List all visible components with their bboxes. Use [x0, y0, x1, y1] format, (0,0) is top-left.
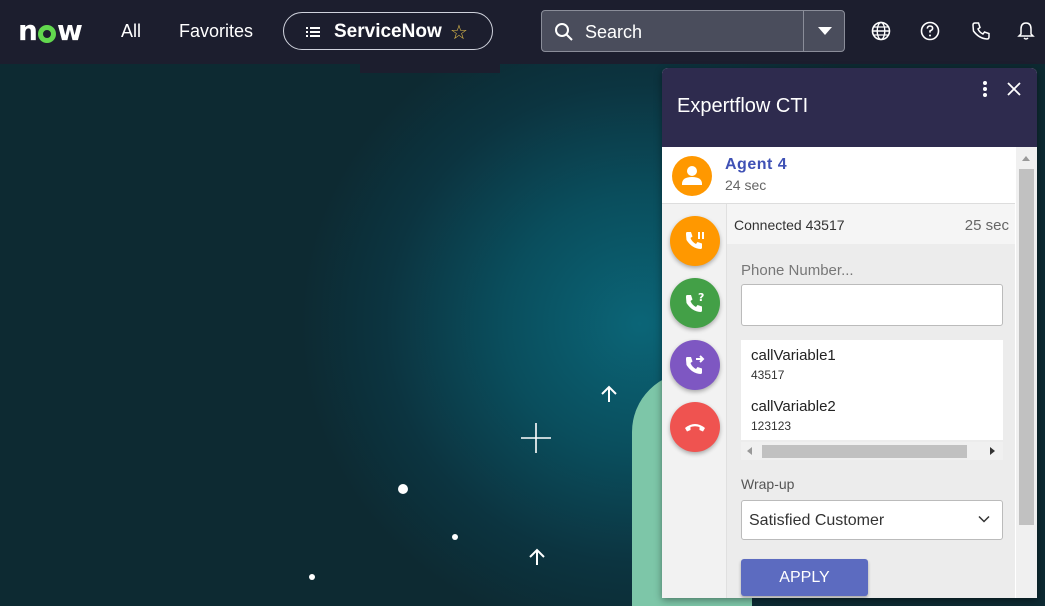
call-variables-list: callVariable1 43517 callVariable2 123123: [741, 340, 1003, 440]
help-icon[interactable]: [919, 20, 941, 42]
bell-icon[interactable]: [1015, 20, 1037, 42]
wrap-up-selected-value: Satisfied Customer: [749, 512, 885, 529]
scroll-left-icon[interactable]: [747, 447, 752, 455]
phone-pause-icon: [686, 232, 704, 249]
call-status: Connected 43517: [734, 217, 845, 233]
phone-icon[interactable]: [970, 20, 992, 42]
scrollbar-thumb[interactable]: [1019, 169, 1034, 525]
scroll-up-icon[interactable]: [1022, 156, 1030, 161]
phone-forward-icon: [686, 355, 705, 374]
arrow-up-decoration: [529, 548, 545, 565]
search-divider: [803, 11, 804, 51]
apply-button[interactable]: APPLY: [741, 559, 868, 596]
nav-all[interactable]: All: [121, 21, 141, 42]
dot-decoration: [309, 574, 315, 580]
list-item: callVariable2 123123: [741, 391, 1003, 440]
phone-hangup-icon: [685, 424, 705, 432]
agent-card: Agent 4 24 sec: [662, 147, 1015, 204]
cti-title: Expertflow CTI: [677, 95, 809, 117]
svg-text:?: ?: [698, 291, 704, 304]
servicenow-logo[interactable]: nw: [18, 14, 83, 47]
sparkle-decoration: [521, 423, 551, 453]
call-duration: 25 sec: [964, 217, 1009, 234]
globe-icon[interactable]: [870, 20, 892, 42]
phone-number-label: Phone Number...: [741, 262, 854, 279]
phone-question-icon: ?: [686, 291, 704, 312]
call-variable-value: 123123: [751, 419, 792, 433]
transfer-call-button[interactable]: [670, 340, 720, 390]
favorite-star-icon[interactable]: ☆: [450, 20, 468, 45]
horizontal-scrollbar[interactable]: [741, 442, 1003, 460]
avatar: [672, 156, 712, 196]
global-search[interactable]: Search: [541, 10, 845, 52]
close-icon[interactable]: [1006, 81, 1022, 97]
app-scope-label: ServiceNow: [334, 21, 442, 42]
chevron-down-icon: [978, 515, 990, 523]
call-variable-key: callVariable2: [751, 398, 836, 415]
more-options-icon[interactable]: [980, 80, 990, 98]
consult-call-button[interactable]: ?: [670, 278, 720, 328]
nav-favorites[interactable]: Favorites: [179, 21, 253, 42]
end-call-button[interactable]: [670, 402, 720, 452]
hold-call-button[interactable]: [670, 216, 720, 266]
agent-name: Agent 4: [725, 156, 788, 173]
list-item: callVariable1 43517: [741, 340, 1003, 389]
search-icon: [555, 23, 573, 41]
dot-decoration: [452, 534, 458, 540]
search-input[interactable]: Search: [585, 22, 642, 43]
call-variable-key: callVariable1: [751, 347, 836, 364]
wrap-up-select[interactable]: Satisfied Customer: [741, 500, 1003, 540]
search-scope-dropdown[interactable]: [818, 27, 832, 35]
header-overhang: [360, 64, 500, 73]
arrow-up-decoration: [601, 385, 617, 402]
cti-panel: Expertflow CTI Agent 4 24 sec ? Connecte…: [662, 68, 1037, 598]
scroll-right-icon[interactable]: [990, 447, 995, 455]
vertical-scrollbar[interactable]: [1016, 147, 1037, 598]
wrap-up-label: Wrap-up: [741, 476, 795, 492]
top-navigation-bar: nw All Favorites ServiceNow ☆ Search: [0, 0, 1045, 64]
dot-decoration: [398, 484, 408, 494]
app-scope-pill[interactable]: ServiceNow ☆: [283, 12, 493, 50]
list-icon: [306, 27, 320, 37]
cti-header: Expertflow CTI: [662, 68, 1037, 147]
agent-state-time: 24 sec: [725, 177, 767, 193]
call-details: Connected 43517 25 sec Phone Number... c…: [727, 204, 1015, 598]
call-status-bar: Connected 43517 25 sec: [727, 204, 1015, 244]
call-variable-value: 43517: [751, 368, 785, 382]
scrollbar-thumb[interactable]: [762, 445, 967, 458]
person-icon: [682, 166, 702, 185]
phone-number-input[interactable]: [741, 284, 1003, 326]
call-actions-column: ?: [662, 204, 727, 598]
